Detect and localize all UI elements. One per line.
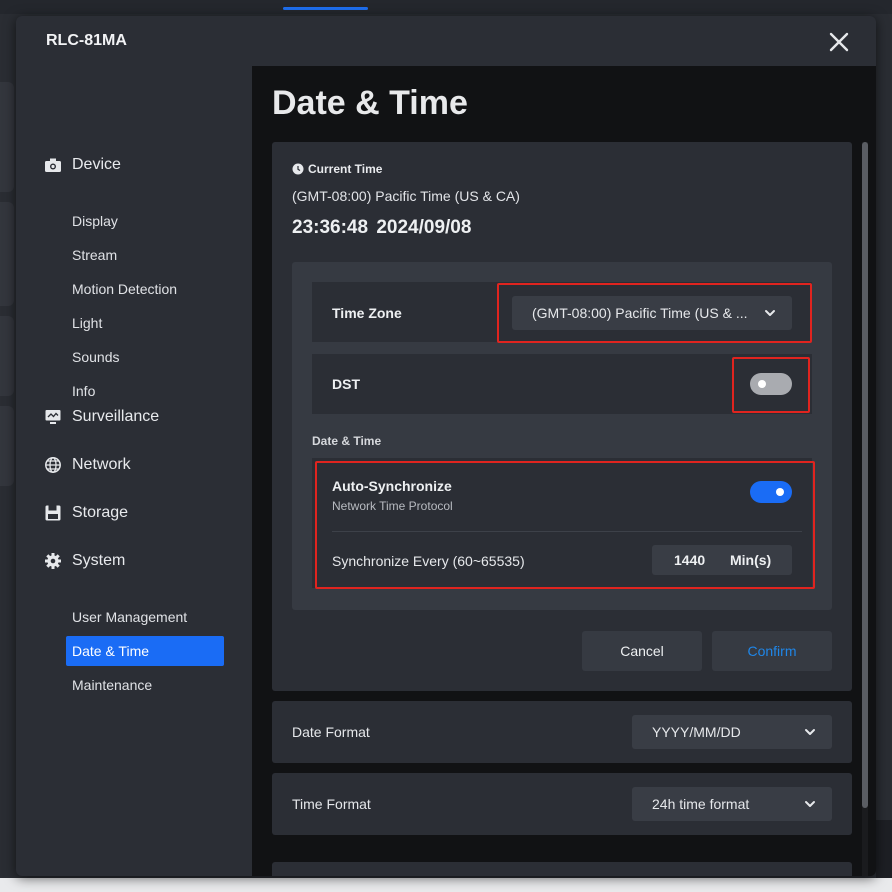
modal-title: RLC-81MA xyxy=(46,32,127,49)
sidebar-item-sounds[interactable]: Sounds xyxy=(66,342,224,372)
date-format-label: Date Format xyxy=(292,724,370,740)
sidebar-group-storage[interactable]: Storage xyxy=(44,504,128,522)
sidebar-group-device[interactable]: Device xyxy=(44,156,121,174)
current-time-date: 2024/09/08 xyxy=(376,217,472,238)
background-card xyxy=(0,316,14,396)
date-format-row: Date Format YYYY/MM/DD xyxy=(272,701,852,763)
sidebar-item-user-management[interactable]: User Management xyxy=(66,602,224,632)
date-format-value: YYYY/MM/DD xyxy=(652,724,741,740)
sidebar-item-display[interactable]: Display xyxy=(66,206,224,236)
next-settings-row xyxy=(272,862,852,876)
sidebar-group-surveillance[interactable]: Surveillance xyxy=(44,408,159,426)
sidebar-group-label: Surveillance xyxy=(72,408,160,425)
monitor-icon xyxy=(45,410,61,424)
time-format-select[interactable]: 24h time format xyxy=(632,787,832,821)
globe-icon xyxy=(45,457,61,473)
page-title: Date & Time xyxy=(272,84,468,122)
background-card xyxy=(0,406,14,486)
time-format-value: 24h time format xyxy=(652,796,750,812)
sidebar-group-label: System xyxy=(72,552,126,569)
confirm-button[interactable]: Confirm xyxy=(712,631,832,671)
background-tab-indicator xyxy=(283,7,368,10)
time-format-row: Time Format 24h time format xyxy=(272,773,852,835)
sidebar-item-maintenance[interactable]: Maintenance xyxy=(66,670,224,700)
sidebar-group-label: Network xyxy=(72,456,131,473)
sidebar-item-light[interactable]: Light xyxy=(66,308,224,338)
current-time-clock: 23:36:48 xyxy=(292,217,369,238)
date-time-panel: Current Time (GMT-08:00) Pacific Time (U… xyxy=(272,142,852,691)
current-time-label: Current Time xyxy=(292,162,382,176)
background-footer xyxy=(0,878,892,892)
highlight-box-dst xyxy=(732,357,810,413)
time-zone-label: Time Zone xyxy=(332,305,402,321)
background-panel xyxy=(876,820,892,880)
close-icon xyxy=(829,32,849,52)
sidebar-group-system[interactable]: System xyxy=(44,552,125,570)
save-icon xyxy=(45,505,61,521)
modal-header: RLC-81MA xyxy=(16,16,876,66)
current-time-label-text: Current Time xyxy=(308,162,383,176)
close-button[interactable] xyxy=(826,29,852,55)
dst-label: DST xyxy=(332,376,360,392)
sidebar-item-date-time[interactable]: Date & Time xyxy=(66,636,224,666)
background-card xyxy=(0,82,14,192)
background-top-bar xyxy=(0,0,892,14)
date-time-section-label: Date & Time xyxy=(312,434,382,448)
date-format-select[interactable]: YYYY/MM/DD xyxy=(632,715,832,749)
highlight-box-time-zone xyxy=(497,283,812,343)
chevron-down-icon xyxy=(805,729,815,735)
sidebar-group-label: Device xyxy=(72,156,121,173)
scrollbar-thumb[interactable] xyxy=(862,142,868,808)
clock-icon xyxy=(292,163,304,175)
gear-icon xyxy=(45,553,61,569)
chevron-down-icon xyxy=(805,801,815,807)
settings-modal: RLC-81MA Device Display Stream Motion De… xyxy=(16,16,876,876)
sidebar-item-stream[interactable]: Stream xyxy=(66,240,224,270)
sidebar-item-motion-detection[interactable]: Motion Detection xyxy=(66,274,224,304)
sidebar-item-info[interactable]: Info xyxy=(66,376,224,406)
sidebar-group-label: Storage xyxy=(72,504,129,521)
current-time-value: 23:36:48 2024/09/08 xyxy=(292,217,471,239)
cancel-button[interactable]: Cancel xyxy=(582,631,702,671)
time-format-label: Time Format xyxy=(292,796,371,812)
camera-icon xyxy=(45,158,61,172)
current-time-zone: (GMT-08:00) Pacific Time (US & CA) xyxy=(292,188,520,204)
sidebar-group-network[interactable]: Network xyxy=(44,456,131,474)
highlight-box-auto-sync xyxy=(315,461,815,589)
background-card xyxy=(0,202,14,306)
sidebar: Device Display Stream Motion Detection L… xyxy=(16,66,252,876)
